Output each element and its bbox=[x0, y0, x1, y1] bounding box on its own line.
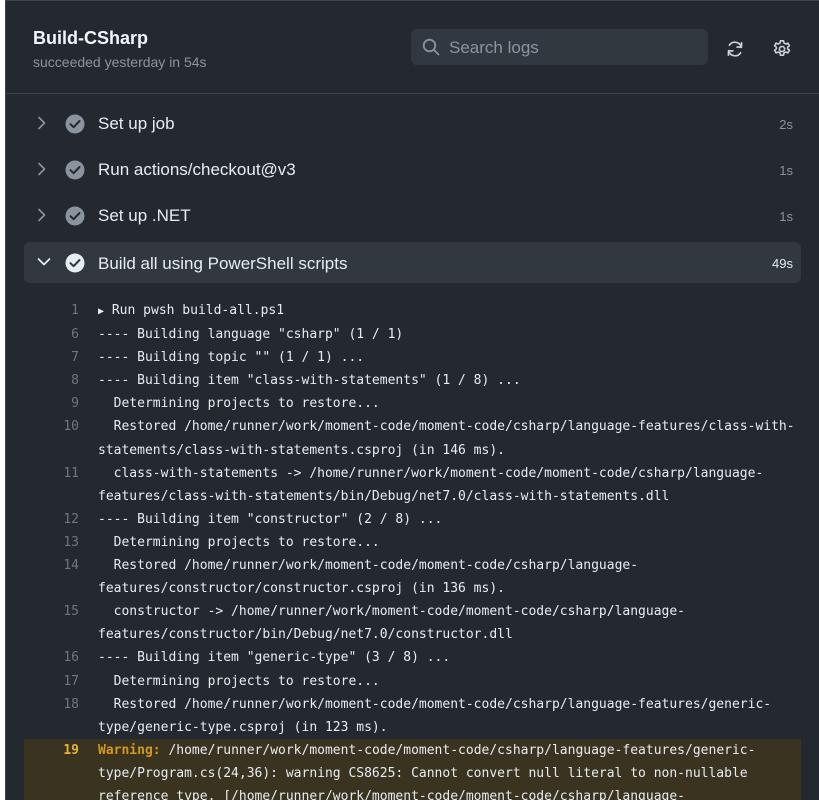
search-logs-box[interactable] bbox=[411, 29, 708, 67]
line-number[interactable]: 18 bbox=[24, 693, 79, 716]
chevron-down-icon bbox=[37, 258, 51, 266]
log-line: 7 ---- Building topic "" (1 / 1) ... bbox=[24, 346, 801, 369]
check-circle-icon bbox=[65, 253, 85, 273]
log-text: ---- Building item "generic-type" (3 / 8… bbox=[98, 650, 451, 666]
step-duration: 2s bbox=[779, 117, 793, 132]
log-text: ---- Building item "constructor" (2 / 8)… bbox=[98, 511, 443, 527]
chevron-right-icon bbox=[38, 162, 46, 176]
log-line: 16 ---- Building item "generic-type" (3 … bbox=[24, 646, 801, 669]
log-text: class-with-statements -> /home/runner/wo… bbox=[98, 465, 764, 504]
step-label: Run actions/checkout@v3 bbox=[98, 160, 296, 179]
line-number[interactable]: 11 bbox=[24, 462, 79, 485]
log-line-warning: 19 Warning: /home/runner/work/moment-cod… bbox=[24, 738, 801, 800]
log-line: 18 Restored /home/runner/work/moment-cod… bbox=[24, 693, 801, 739]
log-line: 13 Determining projects to restore... bbox=[24, 531, 801, 554]
step-label: Set up .NET bbox=[98, 206, 191, 225]
line-number[interactable]: 13 bbox=[24, 531, 79, 554]
line-number[interactable]: 8 bbox=[24, 369, 79, 392]
job-log-panel: Build-CSharp succeeded yesterday in 54s bbox=[5, 0, 819, 800]
log-line: 14 Restored /home/runner/work/moment-cod… bbox=[24, 554, 801, 600]
line-number[interactable]: 14 bbox=[24, 554, 79, 577]
warning-label: Warning: bbox=[98, 742, 161, 758]
step-duration: 1s bbox=[779, 163, 793, 178]
gear-icon[interactable] bbox=[772, 39, 792, 59]
check-circle-icon bbox=[65, 114, 85, 134]
line-number[interactable]: 1 bbox=[24, 299, 79, 322]
log-text: /home/runner/work/moment-code/moment-cod… bbox=[98, 742, 756, 800]
log-line: 8 ---- Building item "class-with-stateme… bbox=[24, 369, 801, 392]
line-number[interactable]: 12 bbox=[24, 508, 79, 531]
line-number[interactable]: 17 bbox=[24, 670, 79, 693]
line-number[interactable]: 15 bbox=[24, 600, 79, 623]
log-text: ---- Building topic "" (1 / 1) ... bbox=[98, 350, 365, 366]
log-output: 1 ▶ Run pwsh build-all.ps1 6 ---- Buildi… bbox=[24, 299, 801, 800]
search-logs-input[interactable] bbox=[447, 29, 701, 67]
step-build-all[interactable]: Build all using PowerShell scripts 49s bbox=[24, 242, 801, 283]
step-run-checkout[interactable]: Run actions/checkout@v3 1s bbox=[24, 147, 801, 193]
chevron-right-icon bbox=[38, 116, 46, 130]
log-line: 6 ---- Building language "csharp" (1 / 1… bbox=[24, 323, 801, 346]
chevron-right-icon bbox=[38, 208, 46, 222]
job-title: Build-CSharp bbox=[33, 28, 148, 48]
job-status-subtitle: succeeded yesterday in 54s bbox=[33, 54, 207, 70]
log-line: 17 Determining projects to restore... bbox=[24, 670, 801, 693]
line-number[interactable]: 9 bbox=[24, 392, 79, 415]
log-text: constructor -> /home/runner/work/moment-… bbox=[98, 604, 686, 643]
log-line: 9 Determining projects to restore... bbox=[24, 392, 801, 415]
log-text: Restored /home/runner/work/moment-code/m… bbox=[98, 558, 639, 597]
log-text: Determining projects to restore... bbox=[98, 673, 380, 689]
line-number[interactable]: 16 bbox=[24, 646, 79, 669]
log-text: Restored /home/runner/work/moment-code/m… bbox=[98, 419, 795, 458]
step-duration: 49s bbox=[772, 256, 793, 271]
step-set-up-job[interactable]: Set up job 2s bbox=[24, 101, 801, 147]
line-number[interactable]: 6 bbox=[24, 323, 79, 346]
log-line: 11 class-with-statements -> /home/runner… bbox=[24, 462, 801, 508]
log-text: ---- Building item "class-with-statement… bbox=[98, 373, 521, 389]
step-set-up-dotnet[interactable]: Set up .NET 1s bbox=[24, 193, 801, 239]
check-circle-icon bbox=[65, 160, 85, 180]
refresh-icon[interactable] bbox=[725, 39, 745, 59]
log-text: Restored /home/runner/work/moment-code/m… bbox=[98, 696, 772, 735]
job-header: Build-CSharp succeeded yesterday in 54s bbox=[6, 1, 819, 94]
step-duration: 1s bbox=[779, 209, 793, 224]
log-line: 15 constructor -> /home/runner/work/mome… bbox=[24, 600, 801, 646]
search-icon bbox=[422, 38, 440, 56]
log-line: 12 ---- Building item "constructor" (2 /… bbox=[24, 508, 801, 531]
line-number[interactable]: 19 bbox=[24, 739, 79, 762]
steps-list: Set up job 2s Run actions/checkout@v3 1s… bbox=[24, 101, 801, 283]
log-text: Determining projects to restore... bbox=[98, 396, 380, 412]
log-text: ---- Building language "csharp" (1 / 1) bbox=[98, 327, 404, 343]
log-text: Determining projects to restore... bbox=[98, 534, 380, 550]
log-line-group-toggle[interactable]: 1 ▶ Run pwsh build-all.ps1 bbox=[24, 299, 801, 323]
step-label: Set up job bbox=[98, 114, 175, 133]
step-label: Build all using PowerShell scripts bbox=[98, 254, 348, 273]
check-circle-icon bbox=[65, 206, 85, 226]
line-number[interactable]: 7 bbox=[24, 346, 79, 369]
log-text: Run pwsh build-all.ps1 bbox=[111, 303, 285, 318]
expand-triangle-icon[interactable]: ▶ bbox=[98, 306, 104, 317]
line-number[interactable]: 10 bbox=[24, 415, 79, 438]
log-line: 10 Restored /home/runner/work/moment-cod… bbox=[24, 415, 801, 461]
